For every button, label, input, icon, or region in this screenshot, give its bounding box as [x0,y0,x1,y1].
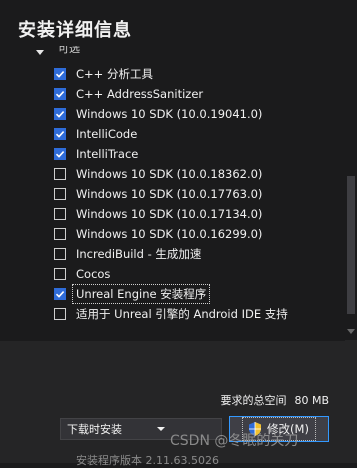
component-item[interactable]: Windows 10 SDK (10.0.19041.0) [54,104,354,124]
component-label: IntelliCode [76,127,138,141]
checkbox-unchecked[interactable] [54,168,66,180]
checkbox-unchecked[interactable] [54,208,66,220]
component-label: Windows 10 SDK (10.0.17763.0) [76,187,263,201]
component-label: Windows 10 SDK (10.0.18362.0) [76,167,263,181]
component-label: IntelliTrace [76,147,139,161]
component-label: Unreal Engine 安装程序 [71,284,211,304]
component-item[interactable]: Windows 10 SDK (10.0.17763.0) [54,184,354,204]
collapse-triangle-icon[interactable] [36,49,44,55]
scrollbar[interactable] [343,0,357,340]
component-label: 适用于 Unreal 引擎的 Android IDE 支持 [76,307,288,321]
checkbox-checked[interactable] [54,128,66,140]
component-item[interactable]: 适用于 Unreal 引擎的 Android IDE 支持 [54,304,354,324]
component-item[interactable]: Windows 10 SDK (10.0.16299.0) [54,224,354,244]
component-label: Cocos [76,267,111,281]
checkbox-unchecked[interactable] [54,188,66,200]
modify-button-label: 修改(M) [267,422,309,436]
component-label: C++ AddressSanitizer [76,87,204,101]
component-item[interactable]: IntelliCode [54,124,354,144]
checkbox-unchecked[interactable] [54,268,66,280]
panel-title: 安装详细信息 [18,20,132,41]
component-item[interactable]: IncrediBuild - 生成加速 [54,244,354,264]
section-label: 可选 [58,46,80,55]
component-label: Windows 10 SDK (10.0.17134.0) [76,207,263,221]
checkbox-checked[interactable] [54,88,66,100]
component-item[interactable]: C++ 分析工具 [54,64,354,84]
footer-bar: 要求的总空间 80 MB 下载时安装 修改(M) 安装程序版本 2.11.63.5… [0,340,357,467]
checkbox-unchecked[interactable] [54,308,66,320]
scrollbar-thumb[interactable] [347,176,355,314]
chevron-down-icon [157,427,165,431]
component-item[interactable]: Unreal Engine 安装程序 [54,284,354,304]
installation-details-panel: 安装详细信息 可选 C++ 分析工具 C++ AddressSanitizer Wi… [0,0,357,340]
installer-version: 安装程序版本 2.11.63.5026 [76,454,219,467]
scroll-down-arrow-icon[interactable] [347,329,355,334]
component-item[interactable]: Windows 10 SDK (10.0.17134.0) [54,204,354,224]
install-mode-value: 下载时安装 [67,423,122,436]
component-label: Windows 10 SDK (10.0.19041.0) [76,107,263,121]
install-mode-dropdown[interactable]: 下载时安装 [60,418,222,440]
component-item[interactable]: Cocos [54,264,354,284]
component-item[interactable]: Windows 10 SDK (10.0.18362.0) [54,164,354,184]
modify-button[interactable]: 修改(M) [229,416,329,442]
component-item[interactable]: IntelliTrace [54,144,354,164]
optional-section-header[interactable]: 可选 [36,46,80,60]
space-label: 要求的总空间 [220,394,287,407]
checkbox-unchecked[interactable] [54,248,66,260]
shield-icon [249,422,262,436]
checkbox-checked[interactable] [54,108,66,120]
checkbox-checked[interactable] [54,148,66,160]
space-value: 80 MB [294,394,329,407]
checkbox-checked[interactable] [54,68,66,80]
component-list: C++ 分析工具 C++ AddressSanitizer Windows 10 S… [54,64,354,324]
checkbox-unchecked[interactable] [54,228,66,240]
required-space: 要求的总空间 80 MB [220,392,329,408]
component-label: C++ 分析工具 [76,67,153,81]
checkbox-checked[interactable] [54,288,66,300]
component-item[interactable]: C++ AddressSanitizer [54,84,354,104]
component-label: Windows 10 SDK (10.0.16299.0) [76,227,263,241]
footer-divider [0,340,345,341]
component-label: IncrediBuild - 生成加速 [76,247,202,261]
